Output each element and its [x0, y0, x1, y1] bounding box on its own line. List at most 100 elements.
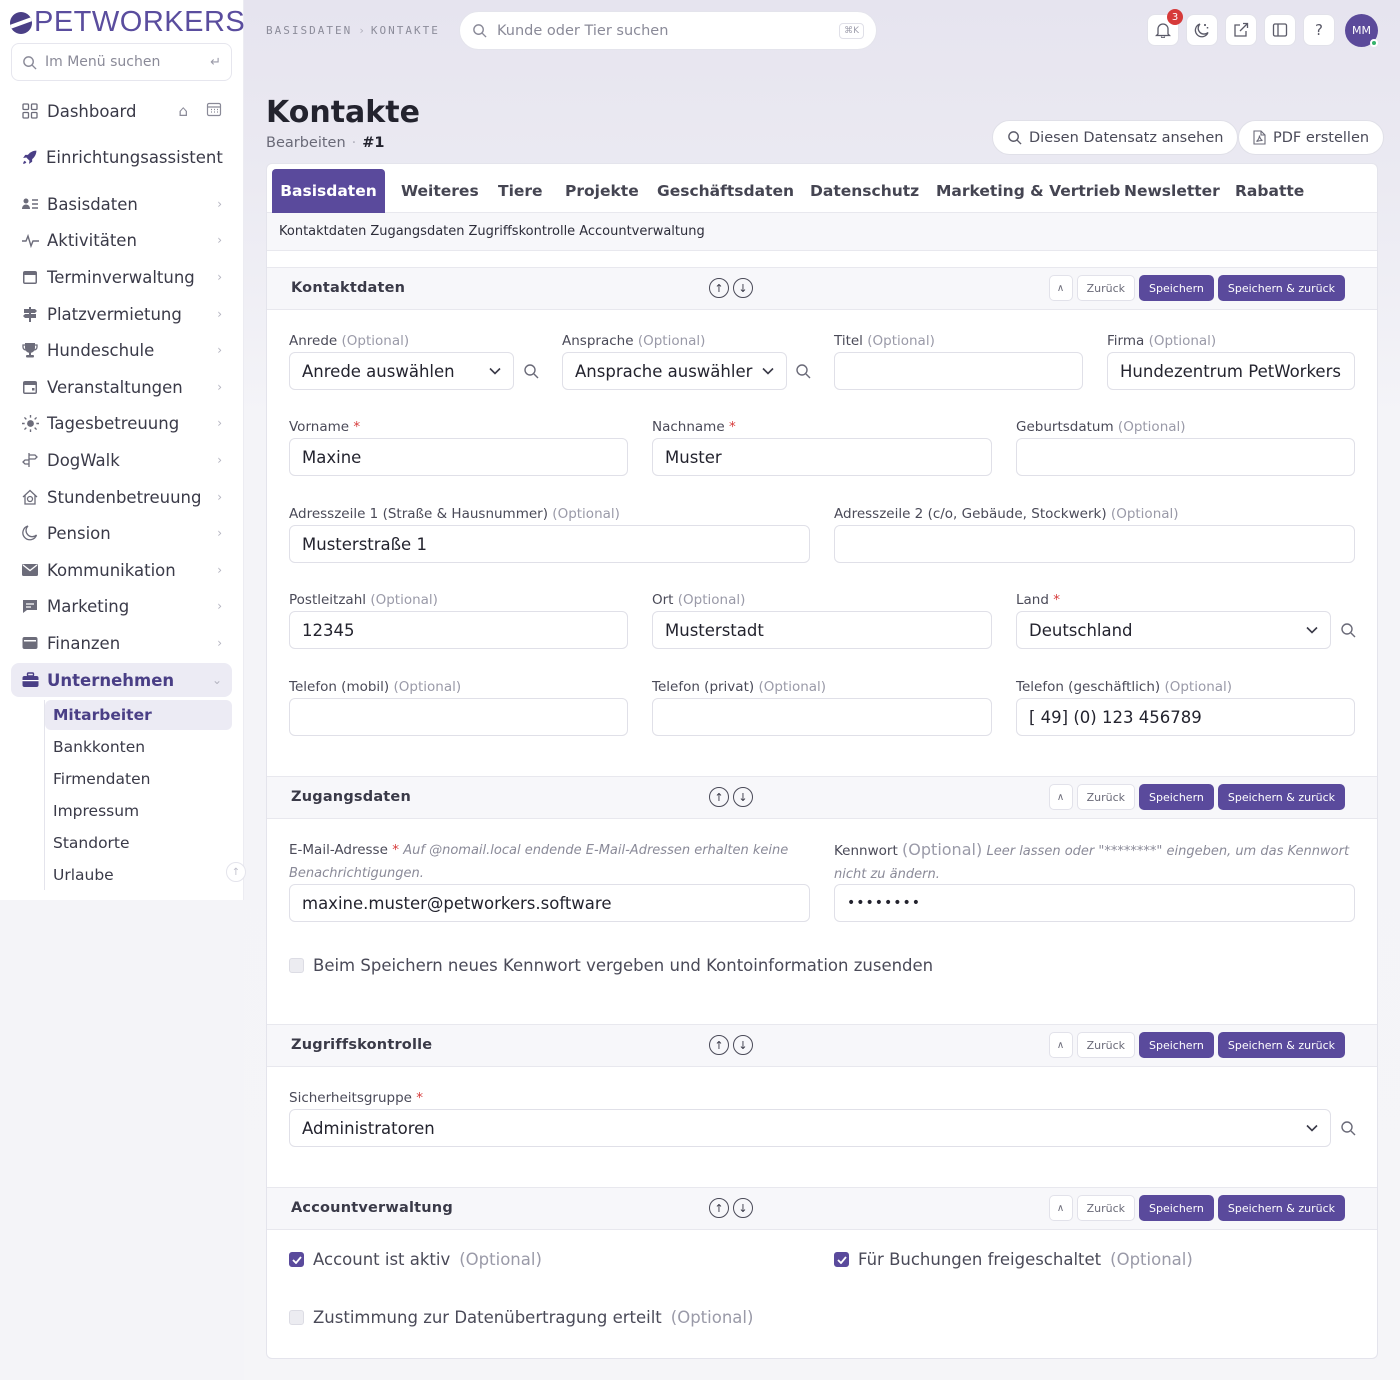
send-password-checkbox[interactable]: Beim Speichern neues Kennwort vergeben u…: [289, 956, 933, 975]
sidebar-subitem-urlaube[interactable]: Urlaube: [45, 860, 232, 890]
tab-marketing-vertrieb[interactable]: Marketing & Vertrieb: [922, 169, 1134, 213]
sidebar-subitem-mitarbeiter[interactable]: Mitarbeiter: [45, 700, 232, 730]
scroll-up-icon[interactable]: ↑: [226, 862, 246, 882]
sicherheitsgruppe-search-icon[interactable]: [1338, 1118, 1358, 1138]
ansprache-search-icon[interactable]: [793, 361, 813, 381]
anrede-select[interactable]: Anrede auswählen: [289, 352, 514, 390]
firma-input[interactable]: Hundezentrum PetWorkers: [1107, 352, 1355, 390]
tab-weiteres[interactable]: Weiteres: [387, 169, 493, 213]
sidebar-item-marketing[interactable]: Marketing ›: [11, 589, 232, 623]
sidebar-subitem-impressum[interactable]: Impressum: [45, 796, 232, 826]
move-down-icon[interactable]: ↓: [733, 278, 753, 298]
sidebar-item-einrichtungsassistent[interactable]: Einrichtungsassistent: [11, 140, 232, 174]
back-button[interactable]: Zurück: [1076, 1195, 1135, 1221]
email-input[interactable]: maxine.muster@petworkers.software: [289, 884, 810, 922]
create-pdf-button[interactable]: PDF erstellen: [1238, 120, 1385, 155]
dark-mode-button[interactable]: [1186, 14, 1218, 46]
view-record-button[interactable]: Diesen Datensatz ansehen: [992, 120, 1239, 155]
checkbox-box-checked[interactable]: [289, 1252, 304, 1267]
save-and-back-button[interactable]: Speichern & zurück: [1217, 1032, 1345, 1058]
move-up-icon[interactable]: ↑: [709, 1198, 729, 1218]
jump-link-accountverwaltung[interactable]: Accountverwaltung: [579, 224, 705, 239]
collapse-section-button[interactable]: ∧: [1048, 784, 1073, 810]
ort-input[interactable]: Musterstadt: [652, 611, 992, 649]
save-button[interactable]: Speichern: [1139, 1195, 1214, 1221]
open-external-button[interactable]: [1225, 14, 1257, 46]
collapse-section-button[interactable]: ∧: [1048, 1195, 1073, 1221]
global-search-input[interactable]: Kunde oder Tier suchen ⌘K: [459, 11, 877, 50]
help-button[interactable]: ?: [1303, 14, 1335, 46]
collapse-section-button[interactable]: ∧: [1048, 1032, 1073, 1058]
adresse2-input[interactable]: [834, 525, 1355, 563]
checkbox-box[interactable]: [289, 1310, 304, 1325]
jump-link-kontaktdaten[interactable]: Kontaktdaten: [279, 224, 366, 239]
back-button[interactable]: Zurück: [1076, 275, 1135, 301]
tab-projekte[interactable]: Projekte: [551, 169, 653, 213]
sidebar-item-finanzen[interactable]: Finanzen ›: [11, 626, 232, 660]
back-button[interactable]: Zurück: [1076, 784, 1135, 810]
tel-mobil-input[interactable]: [289, 698, 628, 736]
sicherheitsgruppe-select[interactable]: Administratoren: [289, 1109, 1331, 1147]
data-transfer-consent-checkbox[interactable]: Zustimmung zur Datenübertragung erteilt …: [289, 1308, 753, 1327]
move-up-icon[interactable]: ↑: [709, 1035, 729, 1055]
save-button[interactable]: Speichern: [1139, 784, 1214, 810]
nachname-input[interactable]: Muster: [652, 438, 992, 476]
sidebar-item-platzvermietung[interactable]: Platzvermietung ›: [11, 297, 232, 331]
breadcrumb-item[interactable]: KONTAKTE: [371, 24, 440, 37]
kennwort-input[interactable]: ••••••••: [834, 884, 1355, 922]
save-button[interactable]: Speichern: [1139, 275, 1214, 301]
titel-input[interactable]: [834, 352, 1083, 390]
save-button[interactable]: Speichern: [1139, 1032, 1214, 1058]
menu-search-input[interactable]: Im Menü suchen ↵: [11, 43, 232, 81]
ansprache-select[interactable]: Ansprache auswähler: [562, 352, 787, 390]
save-and-back-button[interactable]: Speichern & zurück: [1217, 784, 1345, 810]
tab-tiere[interactable]: Tiere: [484, 169, 557, 213]
tel-geschaeftlich-input[interactable]: [ 49] (0) 123 456789: [1016, 698, 1355, 736]
move-up-icon[interactable]: ↑: [709, 278, 729, 298]
sidebar-item-basisdaten[interactable]: Basisdaten ›: [11, 187, 232, 221]
booking-enabled-checkbox[interactable]: Für Buchungen freigeschaltet (Optional): [834, 1250, 1193, 1269]
move-up-icon[interactable]: ↑: [709, 787, 729, 807]
move-down-icon[interactable]: ↓: [733, 787, 753, 807]
home-icon[interactable]: ⌂: [178, 102, 188, 120]
jump-link-zugangsdaten[interactable]: Zugangsdaten: [370, 224, 464, 239]
sidebar-subitem-firmendaten[interactable]: Firmendaten: [45, 764, 232, 794]
collapse-section-button[interactable]: ∧: [1048, 275, 1073, 301]
checkbox-box[interactable]: [289, 958, 304, 973]
plz-input[interactable]: 12345: [289, 611, 628, 649]
account-active-checkbox[interactable]: Account ist aktiv (Optional): [289, 1250, 542, 1269]
brand-logo[interactable]: PETWORKERS: [10, 6, 245, 39]
tab-rabatte[interactable]: Rabatte: [1221, 169, 1318, 213]
sidebar-subitem-standorte[interactable]: Standorte: [45, 828, 232, 858]
back-button[interactable]: Zurück: [1076, 1032, 1135, 1058]
tab-basisdaten[interactable]: Basisdaten: [272, 169, 385, 213]
tab-geschaeftsdaten[interactable]: Geschäftsdaten: [643, 169, 808, 213]
sidebar-item-hundeschule[interactable]: Hundeschule ›: [11, 333, 232, 367]
sidebar-item-kommunikation[interactable]: Kommunikation ›: [11, 553, 232, 587]
toggle-sidebar-button[interactable]: [1264, 14, 1296, 46]
tab-newsletter[interactable]: Newsletter: [1110, 169, 1234, 213]
tab-datenschutz[interactable]: Datenschutz: [796, 169, 933, 213]
vorname-input[interactable]: Maxine: [289, 438, 628, 476]
anrede-search-icon[interactable]: [521, 361, 541, 381]
land-select[interactable]: Deutschland: [1016, 611, 1331, 649]
breadcrumb-item[interactable]: BASISDATEN: [266, 24, 352, 37]
land-search-icon[interactable]: [1338, 620, 1358, 640]
sidebar-item-dogwalk[interactable]: DogWalk ›: [11, 443, 232, 477]
sidebar-item-dashboard[interactable]: Dashboard ⌂: [11, 94, 232, 128]
sidebar-item-stundenbetreuung[interactable]: Stundenbetreuung ›: [11, 480, 232, 514]
checkbox-box-checked[interactable]: [834, 1252, 849, 1267]
jump-link-zugriffskontrolle[interactable]: Zugriffskontrolle: [469, 224, 576, 239]
sidebar-item-unternehmen[interactable]: Unternehmen ⌄: [11, 663, 232, 697]
move-down-icon[interactable]: ↓: [733, 1198, 753, 1218]
calendar-grid-icon[interactable]: [206, 101, 222, 121]
sidebar-subitem-bankkonten[interactable]: Bankkonten: [45, 732, 232, 762]
tel-privat-input[interactable]: [652, 698, 992, 736]
save-and-back-button[interactable]: Speichern & zurück: [1217, 1195, 1345, 1221]
sidebar-item-tagesbetreuung[interactable]: Tagesbetreuung ›: [11, 406, 232, 440]
move-down-icon[interactable]: ↓: [733, 1035, 753, 1055]
save-and-back-button[interactable]: Speichern & zurück: [1217, 275, 1345, 301]
sidebar-item-terminverwaltung[interactable]: Terminverwaltung ›: [11, 260, 232, 294]
sidebar-item-veranstaltungen[interactable]: Veranstaltungen ›: [11, 370, 232, 404]
geburtsdatum-input[interactable]: [1016, 438, 1355, 476]
